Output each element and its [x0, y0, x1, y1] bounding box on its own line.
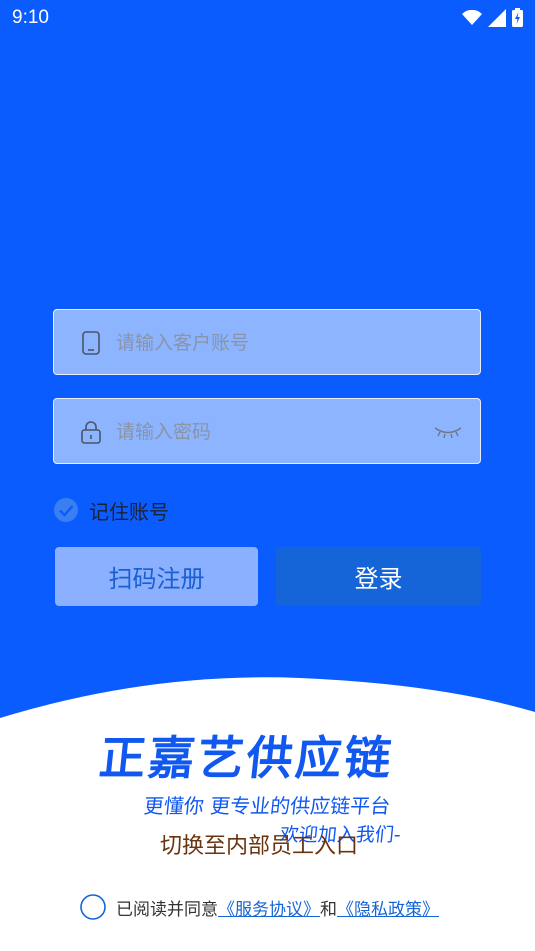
wifi-icon: [462, 9, 482, 25]
check-circle-icon[interactable]: [53, 497, 79, 523]
agree-checkbox-icon[interactable]: [80, 894, 106, 920]
remember-account[interactable]: 记住账号: [53, 496, 169, 524]
account-field[interactable]: [53, 309, 481, 375]
eye-closed-icon[interactable]: [434, 425, 462, 439]
password-field[interactable]: [53, 398, 481, 464]
switch-employee-entry-link[interactable]: 切换至内部员工入口: [160, 828, 358, 860]
account-input[interactable]: [114, 322, 418, 364]
password-input[interactable]: [114, 411, 418, 453]
agreement-row: 已阅读并同意 《服务协议》 和 《隐私政策》: [80, 894, 439, 920]
phone-icon: [82, 331, 100, 355]
agreement-prefix: 已阅读并同意: [116, 899, 218, 920]
brand-name: 正嘉艺供应链: [96, 731, 397, 785]
remember-label: 记住账号: [89, 499, 169, 524]
signal-icon: [488, 8, 506, 27]
lock-icon: [81, 421, 101, 444]
battery-icon: [512, 8, 523, 27]
privacy-policy-link[interactable]: 《隐私政策》: [337, 895, 439, 920]
status-bar: 9:10: [0, 0, 535, 36]
status-icons: [462, 8, 523, 27]
status-time: 9:10: [12, 7, 49, 28]
login-button[interactable]: 登录: [276, 547, 481, 606]
scan-register-button[interactable]: 扫码注册: [55, 547, 258, 606]
agreement-and: 和: [320, 899, 337, 920]
brand-slogan: 更懂你 更专业的供应链平台: [142, 794, 392, 818]
service-agreement-link[interactable]: 《服务协议》: [218, 895, 320, 920]
